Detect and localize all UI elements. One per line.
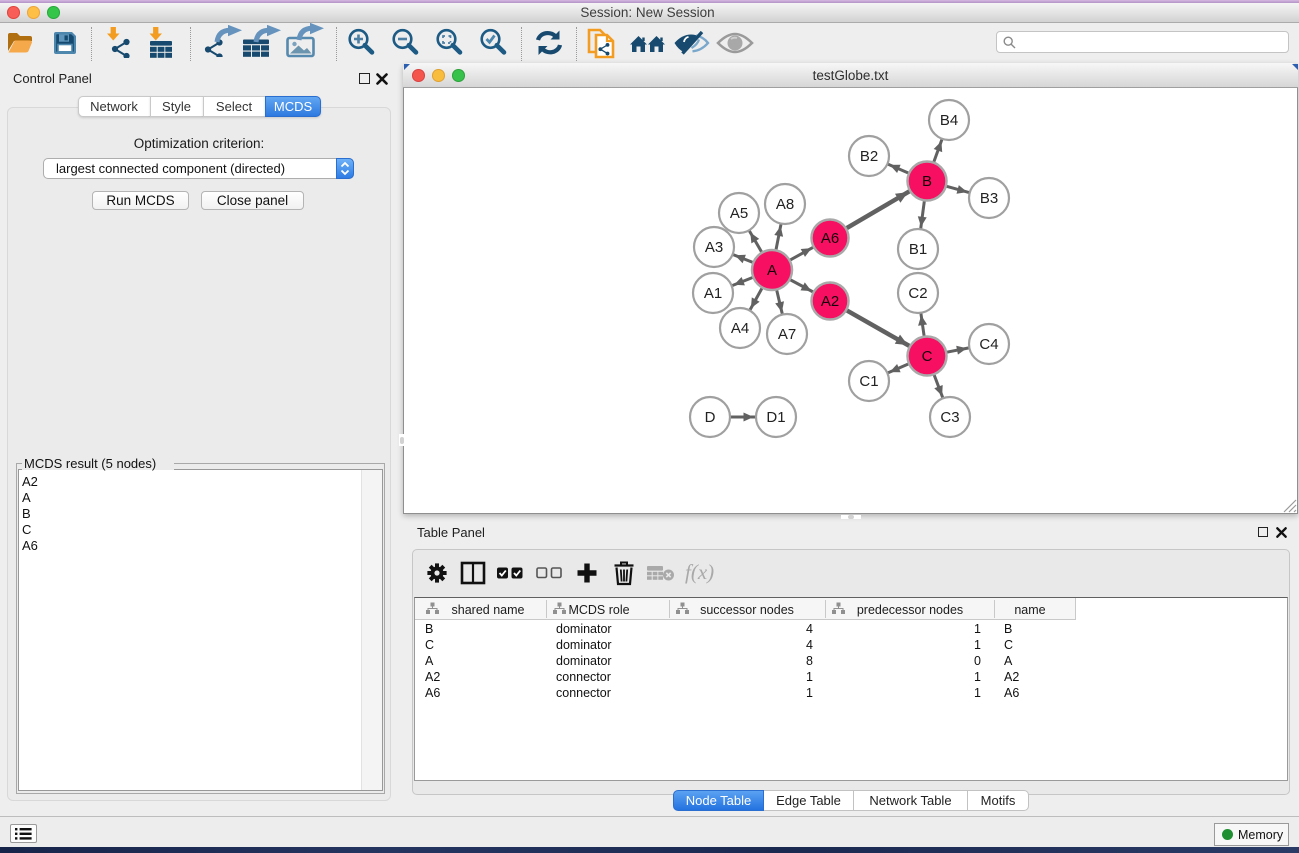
svg-text:A: A — [767, 262, 777, 279]
svg-text:C: C — [922, 348, 933, 365]
svg-text:A1: A1 — [704, 285, 722, 302]
svg-text:D1: D1 — [766, 409, 785, 426]
svg-text:C3: C3 — [940, 409, 959, 426]
svg-text:C4: C4 — [979, 336, 998, 353]
svg-text:A6: A6 — [821, 230, 839, 247]
svg-text:B: B — [922, 173, 932, 190]
svg-text:A5: A5 — [730, 205, 748, 222]
svg-text:B2: B2 — [860, 148, 878, 165]
svg-text:A4: A4 — [731, 320, 749, 337]
svg-text:B3: B3 — [980, 190, 998, 207]
svg-text:A3: A3 — [705, 239, 723, 256]
svg-text:D: D — [705, 409, 716, 426]
svg-text:B4: B4 — [940, 112, 958, 129]
svg-text:C1: C1 — [859, 373, 878, 390]
svg-text:B1: B1 — [909, 241, 927, 258]
svg-text:A2: A2 — [821, 293, 839, 310]
svg-text:C2: C2 — [908, 285, 927, 302]
svg-text:A7: A7 — [778, 326, 796, 343]
svg-text:A8: A8 — [776, 196, 794, 213]
